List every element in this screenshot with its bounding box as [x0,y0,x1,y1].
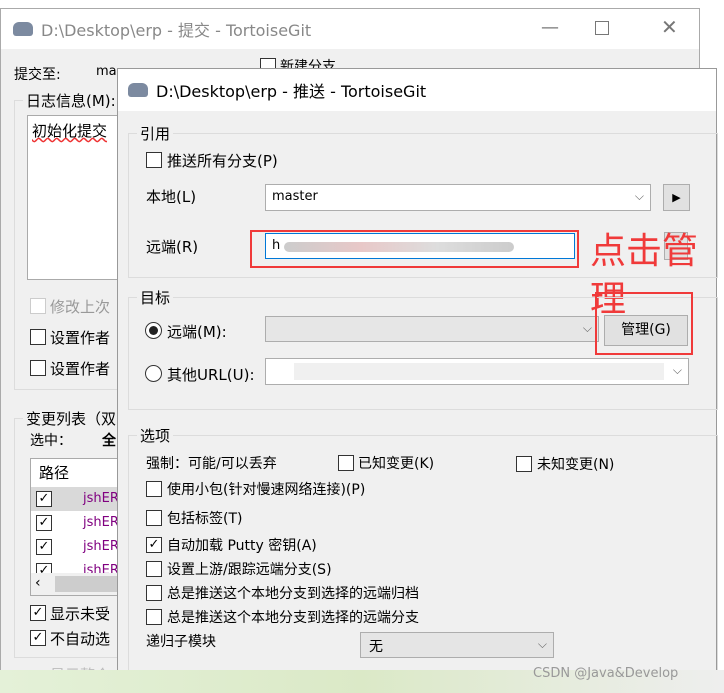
recurse-label: 递归子模块 [146,634,216,650]
file-row[interactable]: ✓ jshER [31,487,119,511]
push-title: D:\Desktop\erp - 推送 - TortoiseGit [156,82,427,101]
push-all-label: 推送所有分支(P) [167,152,278,170]
amend-checkbox[interactable] [30,298,46,314]
remote-select[interactable]: ⌵ [265,316,599,342]
always-branch-label: 总是推送这个本地分支到选择的远端分支 [167,610,419,626]
always-archive-label: 总是推送这个本地分支到选择的远端归档 [167,586,419,602]
ref-legend: 引用 [137,123,174,144]
other-url-radio[interactable] [145,365,162,382]
local-branch-value: master [272,189,318,204]
remote-radio[interactable] [145,322,162,339]
selected-label: 选中： [30,433,72,449]
set-date-label: 设置作者 [50,360,111,378]
amend-label: 修改上次 [50,298,111,316]
remote-label: 远端(R) [146,238,199,256]
local-label: 本地(L) [146,188,197,206]
other-url-label: 其他URL(U): [167,366,255,384]
highlight-remote [250,230,579,268]
dest-legend: 目标 [137,287,174,308]
selected-all-link[interactable]: 全 [102,430,116,450]
commit-branch: ma [96,64,117,79]
commit-title: D:\Desktop\erp - 提交 - TortoiseGit [41,21,312,40]
no-autoselect-checkbox[interactable]: ✓ [30,630,46,646]
force-label: 强制：可能/可以丢弃 [146,456,277,472]
horizontal-scrollbar[interactable]: ‹ [31,573,119,595]
maximize-icon[interactable] [595,21,609,35]
local-branch-combo[interactable]: master ⌵ [265,184,651,211]
always-branch-checkbox[interactable] [146,609,162,625]
file-row[interactable]: ✓ jshER [31,559,119,573]
set-date-checkbox[interactable] [30,360,46,376]
known-changes-label: 已知变更(K) [358,456,435,472]
highlight-manage [595,292,693,355]
autoload-putty-label: 自动加载 Putty 密钥(A) [167,538,317,554]
chevron-down-icon: ⌵ [537,637,547,651]
file-row[interactable]: ✓ jshER [31,511,119,535]
no-autoselect-label: 不自动选 [50,630,111,648]
options-legend: 选项 [137,425,174,446]
file-list: 路径 ✓ jshER ✓ jshER ✓ jshER ✓ jshER ‹ [30,458,120,596]
chevron-down-icon: ⌵ [672,363,682,377]
log-label: 日志信息(M): [23,90,119,111]
tortoisegit-icon [13,22,33,36]
commit-to-label: 提交至: [14,67,61,83]
show-unversioned-checkbox[interactable]: ✓ [30,605,46,621]
always-archive-checkbox[interactable] [146,585,162,601]
watermark: CSDN @Java&Develop [533,666,679,681]
unknown-changes-label: 未知变更(N) [537,457,615,473]
set-upstream-checkbox[interactable] [146,561,162,577]
recurse-value: 无 [369,639,383,655]
remote-radio-label: 远端(M): [167,323,227,341]
recurse-select[interactable]: 无 ⌵ [360,632,554,658]
thin-pack-label: 使用小包(针对慢速网络连接)(P) [167,482,366,498]
include-tags-label: 包括标签(T) [167,511,243,527]
unknown-changes-checkbox[interactable] [516,456,532,472]
push-title-bar: D:\Desktop\erp - 推送 - TortoiseGit [118,69,716,111]
changes-label: 变更列表（双 [23,408,120,429]
commit-title-bar: D:\Desktop\erp - 提交 - TortoiseGit — ✕ [1,9,699,49]
browse-ref-button[interactable]: ▶ [663,184,690,211]
set-author-checkbox[interactable] [30,329,46,345]
autoload-putty-checkbox[interactable]: ✓ [146,537,162,553]
path-header[interactable]: 路径 [31,459,119,487]
other-url-combo[interactable]: ⌵ [265,358,689,385]
push-all-checkbox[interactable] [146,152,162,168]
minimize-icon[interactable]: — [541,17,559,38]
file-row[interactable]: ✓ jshER [31,535,119,559]
thin-pack-checkbox[interactable] [146,481,162,497]
chevron-down-icon: ⌵ [582,321,592,335]
close-icon[interactable]: ✕ [661,15,678,39]
annotation-text: 点击管 [590,231,699,272]
known-changes-checkbox[interactable] [338,455,354,471]
set-author-label: 设置作者 [50,329,111,347]
message-textarea[interactable]: 初始化提交 [27,115,122,280]
set-upstream-label: 设置上游/跟踪远端分支(S) [167,562,332,578]
chevron-down-icon: ⌵ [634,189,644,203]
tortoisegit-icon [128,83,148,97]
show-unversioned-label: 显示未受 [50,605,111,623]
include-tags-checkbox[interactable] [146,510,162,526]
